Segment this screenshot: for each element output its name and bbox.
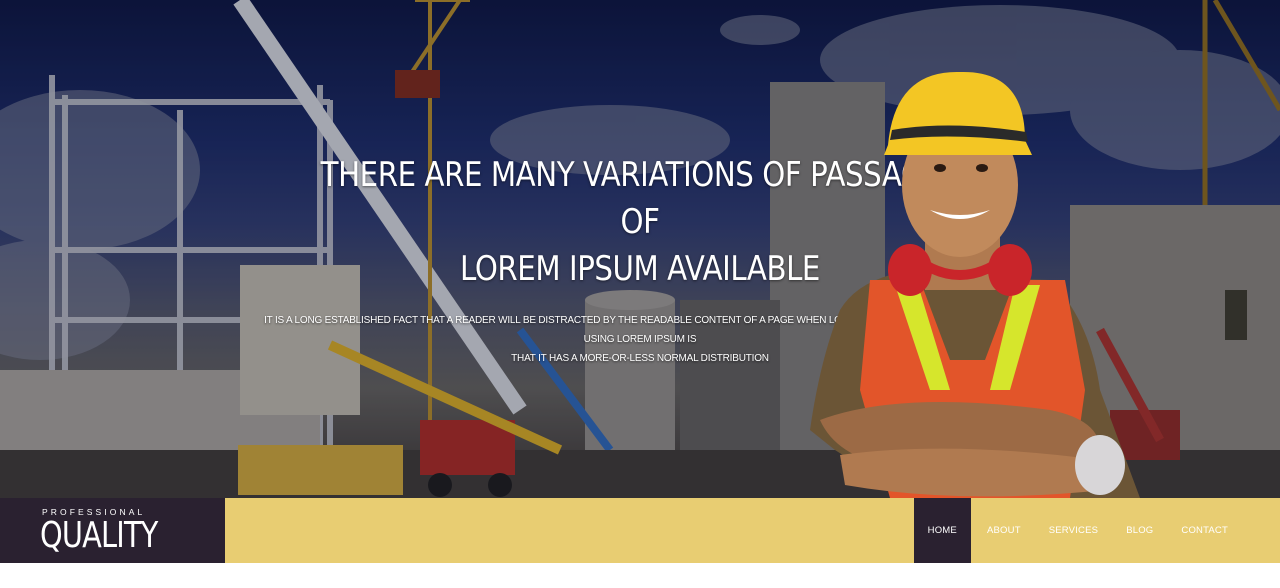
nav-item-blog[interactable]: BLOG [1112,498,1167,563]
hero-banner: THERE ARE MANY VARIATIONS OF PASSAGES OF… [0,0,1280,498]
logo-wordmark: QUALITY [40,515,158,556]
main-navbar: PROFESSIONAL QUALITY HOME ABOUT SERVICES… [0,498,1280,563]
construction-worker-image [810,71,1140,498]
nav-item-services[interactable]: SERVICES [1035,498,1112,563]
nav-item-home[interactable]: HOME [913,498,971,563]
page-bottom-strip [0,563,1280,588]
hero-title-line-2: LOREM IPSUM AVAILABLE [460,249,820,289]
nav-item-contact[interactable]: CONTACT [1167,498,1242,563]
site-logo[interactable]: PROFESSIONAL QUALITY [0,498,225,563]
hero-subtitle-line-2: THAT IT HAS A MORE-OR-LESS NORMAL DISTRI… [511,353,769,364]
nav-menu: HOME ABOUT SERVICES BLOG CONTACT [913,498,1242,563]
nav-item-about[interactable]: ABOUT [973,498,1035,563]
